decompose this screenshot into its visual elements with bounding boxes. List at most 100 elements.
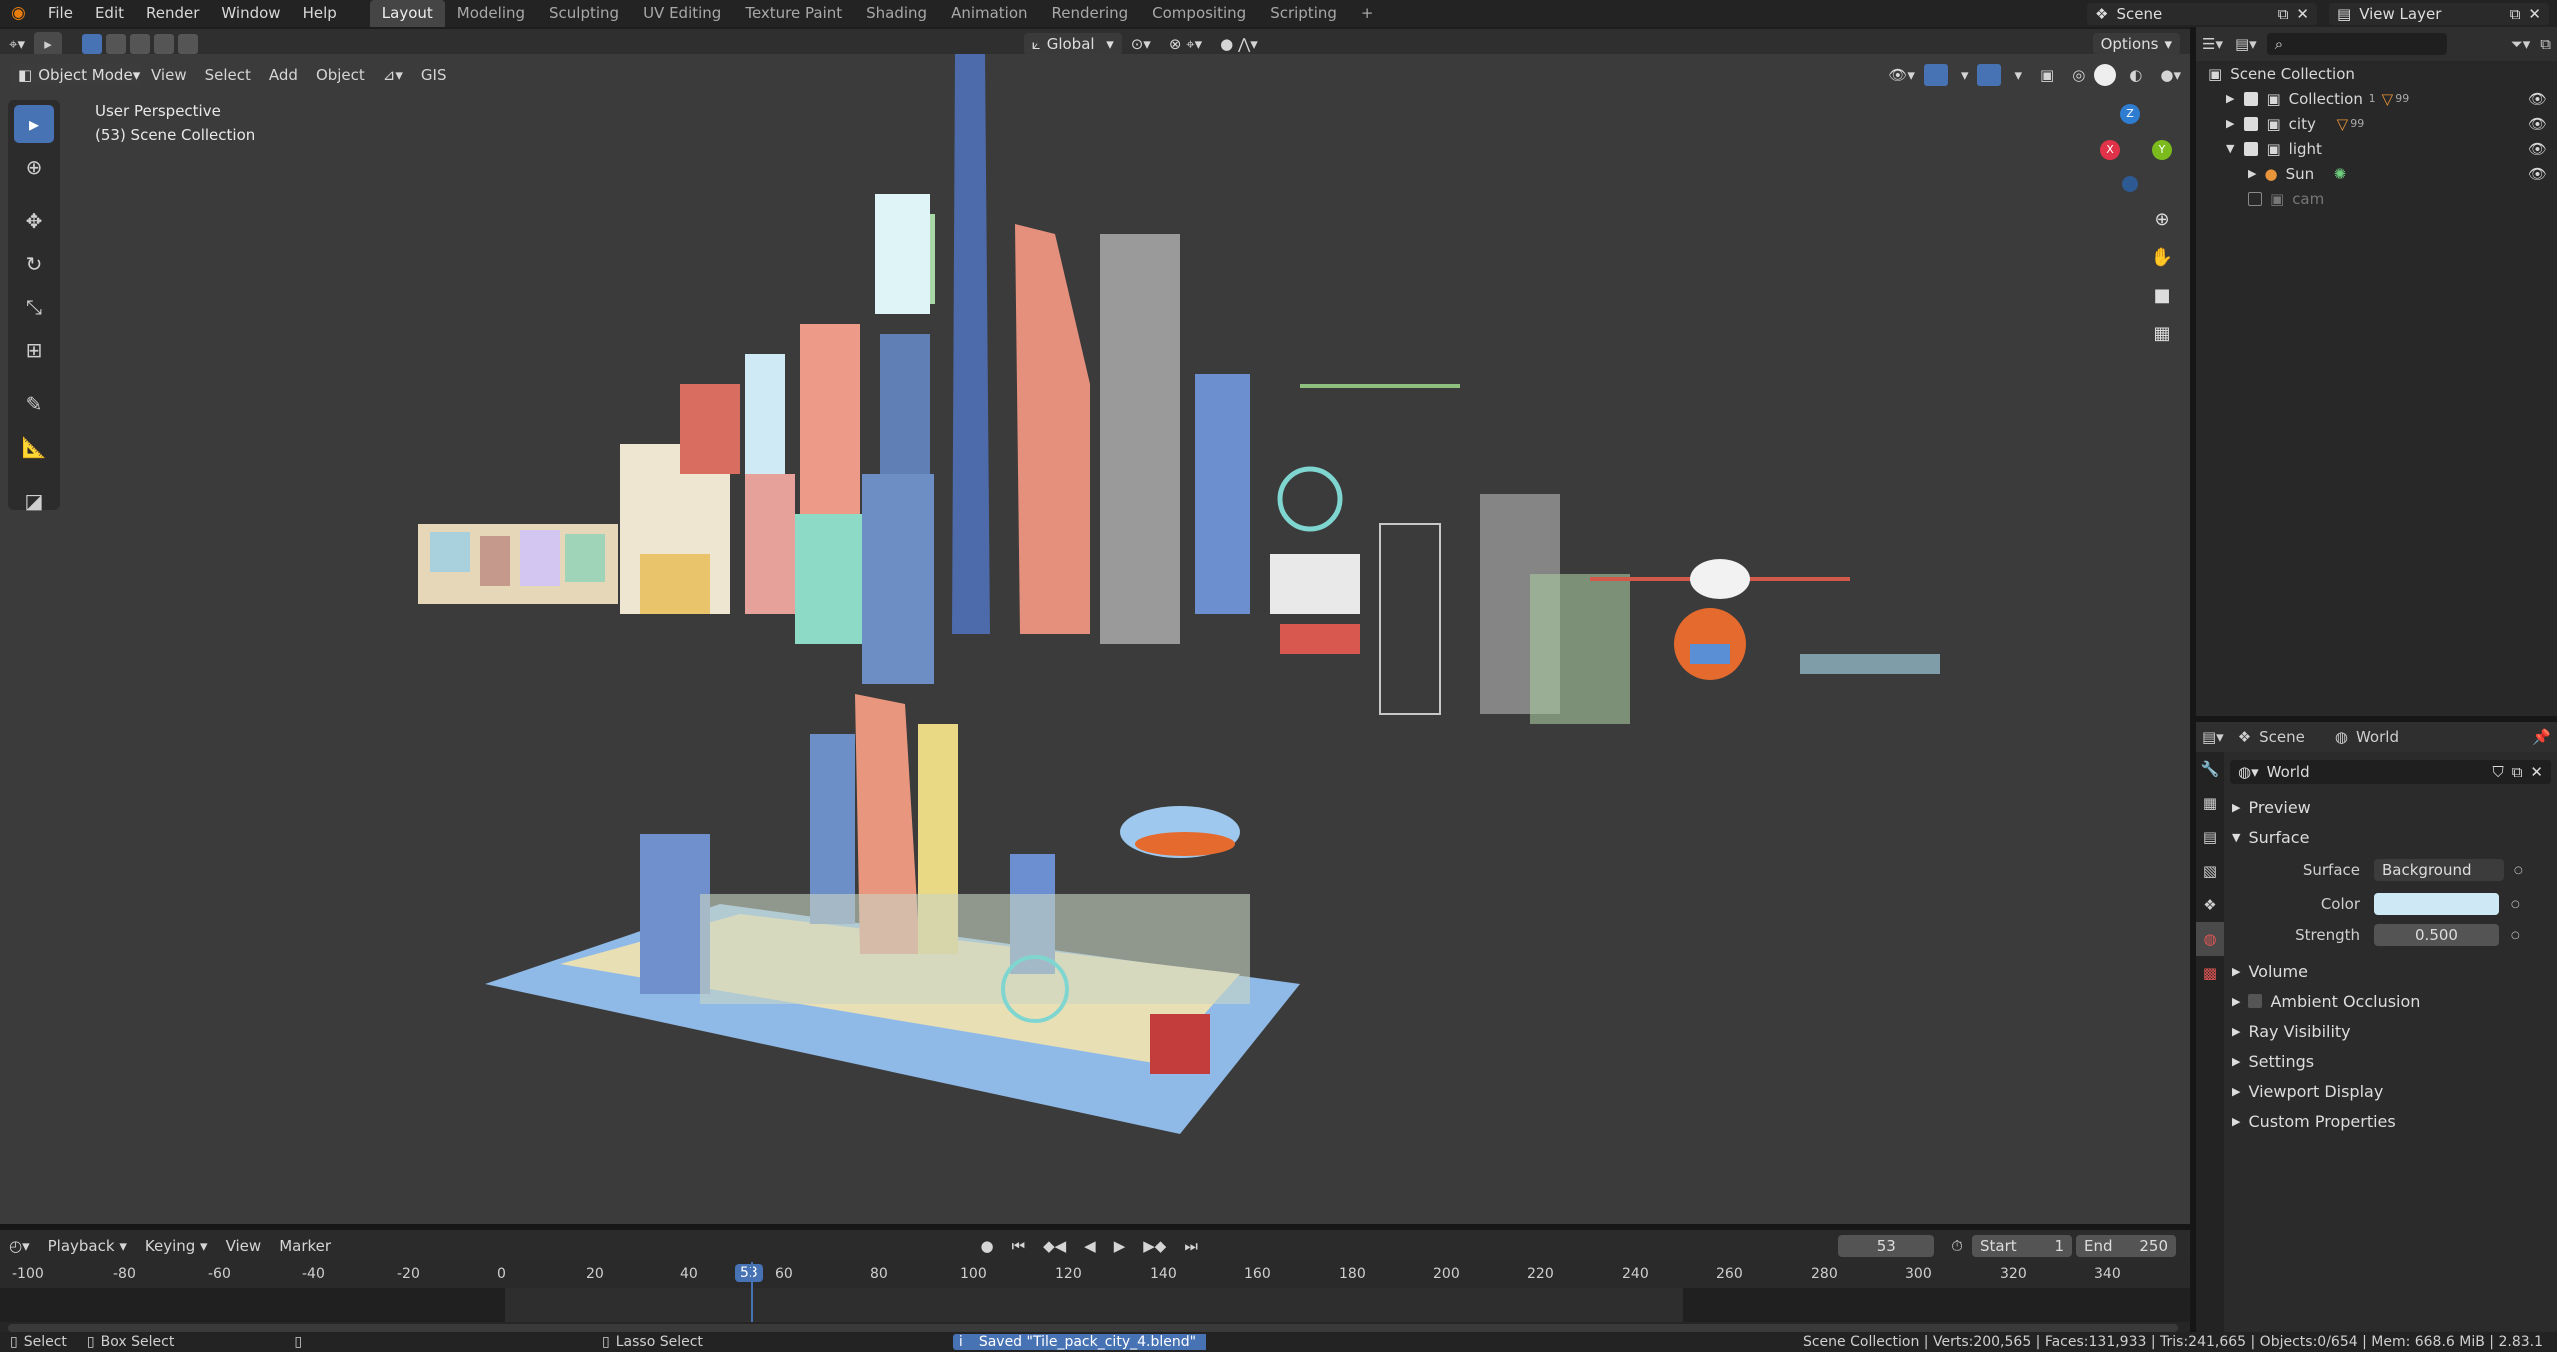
tab-compositing[interactable]: Compositing — [1140, 0, 1258, 27]
move-tool-icon[interactable]: ✥ — [14, 202, 54, 240]
strength-slider[interactable]: 0.500 — [2374, 924, 2499, 946]
tab-sculpting[interactable]: Sculpting — [537, 0, 631, 27]
menu-playback[interactable]: Playback ▾ — [39, 1237, 136, 1255]
tab-layout[interactable]: Layout — [369, 0, 445, 27]
menu-help[interactable]: Help — [292, 0, 348, 27]
view-layer-tab-icon[interactable]: ▧ — [2196, 854, 2224, 888]
world-tab-icon[interactable]: ◍ — [2196, 922, 2224, 956]
current-frame-field[interactable]: 53 — [1838, 1235, 1935, 1257]
outliner-item-city[interactable]: ▶ ▣ city ▽ 99 👁 — [2196, 111, 2557, 136]
preview-range-icon[interactable]: ⏱ — [1942, 1237, 1972, 1255]
editor-type-icon[interactable]: ▤▾ — [2202, 728, 2224, 746]
outliner-root[interactable]: ▣ Scene Collection — [2196, 61, 2557, 86]
gizmo-toggle-icon[interactable] — [1923, 64, 1948, 86]
section-settings[interactable]: ▶ Settings — [2224, 1046, 2557, 1076]
expand-arrow-icon[interactable]: ▶ — [2226, 117, 2234, 130]
section-ambient-occlusion[interactable]: ▶ Ambient Occlusion — [2224, 986, 2557, 1016]
jump-start-icon[interactable]: ⏮ — [1003, 1237, 1035, 1255]
3d-viewport[interactable]: User Perspective (53) Scene Collection Z… — [0, 54, 2190, 1224]
frame-track[interactable] — [0, 1262, 2190, 1322]
socket-dot-icon[interactable]: ○ — [2511, 930, 2520, 941]
breadcrumb-scene[interactable]: Scene — [2259, 728, 2305, 746]
gizmo-dropdown-icon[interactable]: ▾ — [1952, 66, 1978, 84]
fake-user-icon[interactable]: ⛉ — [2492, 763, 2503, 781]
overlay-dropdown-icon[interactable]: ▾ — [2005, 66, 2031, 84]
display-mode-icon[interactable]: ▤▾ — [2235, 35, 2257, 53]
outliner-item-light[interactable]: ▼ ▣ light 👁 — [2196, 136, 2557, 161]
menu-view[interactable]: View — [142, 66, 196, 84]
render-tab-icon[interactable]: ▦ — [2196, 786, 2224, 820]
menu-edit[interactable]: Edit — [84, 0, 135, 27]
outliner-item-collection[interactable]: ▶ ▣ Collection 1 ▽ 99 👁 — [2196, 86, 2557, 111]
proportional-edit-icon[interactable]: ● ⋀▾ — [1211, 35, 1267, 53]
scale-tool-icon[interactable]: ⤡ — [14, 288, 54, 326]
outliner-item-sun[interactable]: ▶ ● Sun ✺ 👁 — [2196, 161, 2557, 186]
menu-view[interactable]: View — [217, 1237, 271, 1255]
eye-icon[interactable]: 👁 — [2528, 140, 2547, 158]
overlay-toggle-icon[interactable] — [1977, 64, 2002, 86]
solid-shading-icon[interactable] — [2094, 64, 2117, 86]
expand-arrow-icon[interactable]: ▶ — [2248, 167, 2256, 180]
select-box-tool-icon[interactable]: ▸ — [14, 105, 54, 143]
record-icon[interactable]: ● — [971, 1237, 1002, 1255]
annotate-tool-icon[interactable]: ✎ — [14, 385, 54, 423]
menu-render[interactable]: Render — [135, 0, 210, 27]
new-collection-icon[interactable]: ⧉ — [2540, 35, 2551, 53]
end-frame-field[interactable]: End 250 — [2076, 1235, 2176, 1257]
transform-orientation-select[interactable]: ⟀ Global ▾ — [1023, 33, 1122, 55]
tool-tab-icon[interactable]: 🔧 — [2196, 752, 2224, 786]
include-checkbox[interactable] — [2244, 141, 2259, 156]
gizmo-axis-z[interactable]: Z — [2120, 104, 2140, 124]
eye-icon[interactable]: 👁 — [2528, 115, 2547, 133]
menu-file[interactable]: File — [37, 0, 84, 27]
outliner-search-input[interactable]: ⌕ — [2266, 33, 2447, 55]
pivot-point-icon[interactable]: ⊙▾ — [1122, 35, 1160, 53]
scene-selector[interactable]: ❖ Scene ⧉ ✕ — [2087, 2, 2317, 25]
include-checkbox[interactable] — [2244, 116, 2259, 131]
zoom-icon[interactable]: ⊕ — [2145, 202, 2179, 236]
options-dropdown[interactable]: Options ▾ — [2092, 33, 2180, 55]
mode-select[interactable]: ◧ Object Mode ▾ — [10, 64, 142, 86]
snap-icon[interactable]: ⊗ ⌖▾ — [1160, 35, 1211, 53]
select-mode-new-icon[interactable] — [81, 34, 102, 54]
color-swatch[interactable] — [2374, 893, 2499, 915]
new-view-layer-icon[interactable]: ⧉ — [2510, 5, 2521, 23]
breadcrumb-world[interactable]: World — [2356, 728, 2399, 746]
outliner-item-cam[interactable]: ▣ cam — [2196, 186, 2557, 211]
gizmo-axis-x[interactable]: X — [2100, 140, 2120, 160]
new-scene-icon[interactable]: ⧉ — [2278, 5, 2289, 23]
editor-type-icon[interactable]: ◴▾ — [0, 1237, 39, 1255]
close-icon[interactable]: ✕ — [2528, 5, 2541, 23]
include-checkbox[interactable] — [2244, 91, 2259, 106]
section-surface[interactable]: ▼ Surface — [2224, 822, 2557, 852]
section-preview[interactable]: ▶ Preview — [2224, 792, 2557, 822]
material-shading-icon[interactable]: ◐ — [2120, 66, 2151, 84]
output-tab-icon[interactable]: ▤ — [2196, 820, 2224, 854]
scene-tab-icon[interactable]: ❖ — [2196, 888, 2224, 922]
select-mode-subtract-icon[interactable] — [129, 34, 150, 54]
expand-arrow-icon[interactable]: ▶ — [2226, 92, 2234, 105]
view-layer-selector[interactable]: ▤ View Layer ⧉ ✕ — [2329, 2, 2549, 25]
frame-ruler[interactable]: -100 -80 -60 -40 -20 0 20 40 53 60 80 10… — [0, 1262, 2190, 1288]
cursor-tool-icon[interactable]: ⊕ — [14, 148, 54, 186]
xray-icon[interactable]: ▣ — [2031, 66, 2063, 84]
duplicate-icon[interactable]: ⧉ — [2512, 763, 2523, 781]
jump-end-icon[interactable]: ⏭ — [1175, 1237, 1207, 1255]
rotate-tool-icon[interactable]: ↻ — [14, 245, 54, 283]
world-datablock-field[interactable]: ◍▾ World ⛉ ⧉ ✕ — [2230, 760, 2551, 784]
start-frame-field[interactable]: Start 1 — [1972, 1235, 2072, 1257]
pin-icon[interactable]: 📌 — [2532, 728, 2551, 746]
eye-icon[interactable]: 👁 — [2528, 165, 2547, 183]
transform-tool-icon[interactable]: ⊞ — [14, 331, 54, 369]
blender-logo-icon[interactable]: ◉ — [0, 0, 37, 27]
collapse-arrow-icon[interactable]: ▼ — [2226, 142, 2234, 155]
prev-keyframe-icon[interactable]: ◆◀ — [1034, 1237, 1075, 1255]
gizmo-type-icon[interactable]: ⊿▾ — [374, 66, 412, 84]
gizmo-axis-y[interactable]: Y — [2152, 140, 2172, 160]
ortho-grid-icon[interactable]: ▦ — [2145, 316, 2179, 350]
add-cube-tool-icon[interactable]: ◪ — [14, 482, 54, 520]
visibility-icon[interactable]: 👁▾ — [1879, 66, 1924, 84]
unlink-icon[interactable]: ✕ — [2530, 763, 2543, 781]
menu-object[interactable]: Object — [307, 66, 374, 84]
wireframe-shading-icon[interactable]: ◎ — [2063, 66, 2094, 84]
